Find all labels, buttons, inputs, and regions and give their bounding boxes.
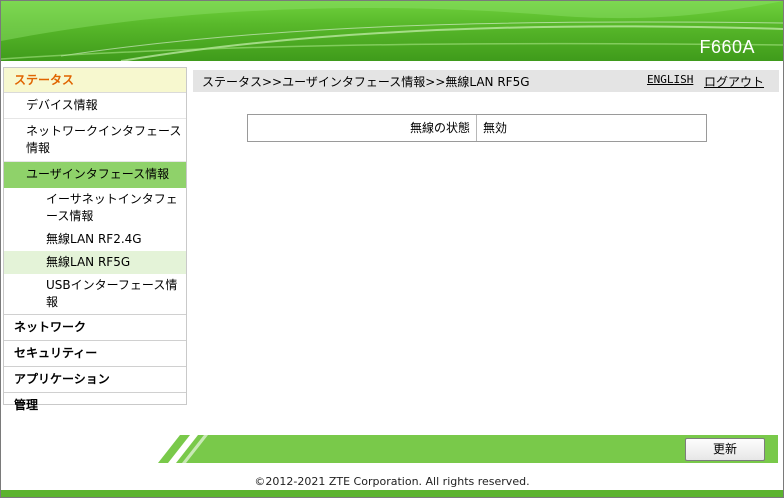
device-model: F660A [699,37,755,57]
wireless-status-label: 無線の状態 [248,115,477,141]
english-link[interactable]: ENGLISH [647,73,693,86]
sidebar-item-network-interface-info[interactable]: ネットワークインタフェース情報 [4,119,186,162]
refresh-button[interactable]: 更新 [685,438,765,461]
logout-link[interactable]: ログアウト [704,73,764,90]
sidebar-item-user-interface-info[interactable]: ユーザインタフェース情報 [4,162,186,188]
sidebar-subitem-ethernet-info[interactable]: イーサネットインタフェース情報 [4,188,186,228]
copyright-text: ©2012-2021 ZTE Corporation. All rights r… [254,475,530,488]
bottom-bar [1,490,783,497]
sidebar-section-application[interactable]: アプリケーション [4,366,186,392]
breadcrumb: ステータス>>ユーザインタフェース情報>>無線LAN RF5G [202,75,530,89]
sidebar-item-device-info[interactable]: デバイス情報 [4,93,186,119]
wireless-status-table: 無線の状態 無効 [247,114,707,142]
header-swoosh [1,1,783,61]
sidebar-subitem-wlan-5g[interactable]: 無線LAN RF5G [4,251,186,274]
sidebar-subitem-usb-info[interactable]: USBインターフェース情報 [4,274,186,314]
sidebar-item-status[interactable]: ステータス [4,68,186,93]
sidebar-section-network[interactable]: ネットワーク [4,314,186,340]
sidebar-section-management[interactable]: 管理 [4,392,186,418]
header-banner: F660A [1,1,783,61]
sidebar-subitem-wlan-24g[interactable]: 無線LAN RF2.4G [4,228,186,251]
breadcrumb-bar: ステータス>>ユーザインタフェース情報>>無線LAN RF5G ENGLISH … [193,70,779,92]
wireless-status-value: 無効 [483,121,508,135]
sidebar: ステータス デバイス情報 ネットワークインタフェース情報 ユーザインタフェース情… [3,67,187,412]
sidebar-section-security[interactable]: セキュリティー [4,340,186,366]
